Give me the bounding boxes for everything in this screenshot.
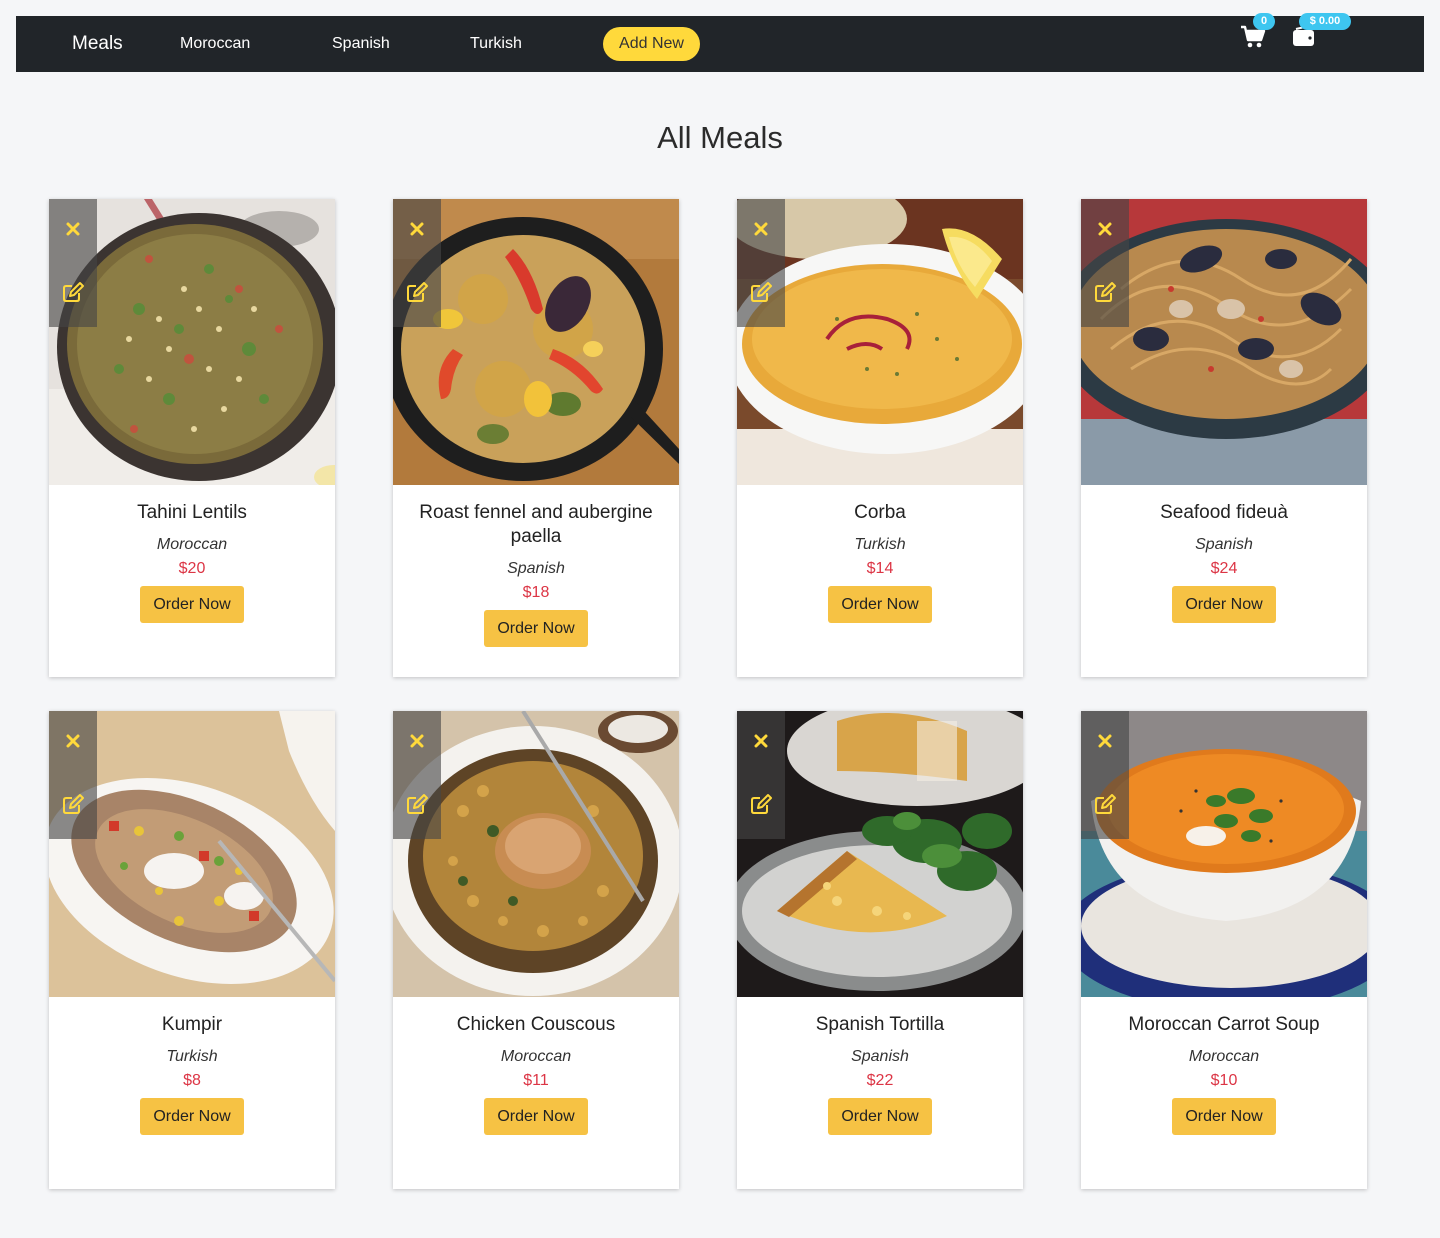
- meal-card: Kumpir Turkish $8 Order Now: [49, 711, 335, 1189]
- meal-price: $8: [183, 1072, 201, 1089]
- edit-icon[interactable]: [737, 273, 785, 313]
- close-icon[interactable]: [1081, 721, 1129, 761]
- order-now-button[interactable]: Order Now: [484, 1098, 588, 1135]
- edit-icon[interactable]: [49, 785, 97, 825]
- close-icon[interactable]: [49, 721, 97, 761]
- card-body: Moroccan Carrot Soup Moroccan $10 Order …: [1081, 997, 1367, 1135]
- meal-price: $10: [1210, 1072, 1238, 1089]
- page-title: All Meals: [657, 120, 783, 155]
- close-icon[interactable]: [49, 209, 97, 249]
- edit-icon[interactable]: [1081, 273, 1129, 313]
- top-navbar: Meals Moroccan Spanish Turkish Add New 0…: [16, 13, 1424, 72]
- meal-price: $24: [1210, 560, 1238, 577]
- close-icon[interactable]: [1081, 209, 1129, 249]
- card-controls: [737, 199, 785, 327]
- nav-link-spanish[interactable]: Spanish: [332, 16, 390, 72]
- order-now-button[interactable]: Order Now: [1172, 1098, 1276, 1135]
- order-now-button[interactable]: Order Now: [828, 1098, 932, 1135]
- card-body: Tahini Lentils Moroccan $20 Order Now: [49, 485, 335, 623]
- meal-card: Roast fennel and aubergine paella Spanis…: [393, 199, 679, 677]
- close-icon[interactable]: [737, 209, 785, 249]
- card-body: Seafood fideuà Spanish $24 Order Now: [1081, 485, 1367, 623]
- meal-category: Spanish: [851, 1048, 909, 1065]
- meal-price: $11: [523, 1072, 549, 1089]
- meal-category: Turkish: [854, 536, 906, 553]
- meal-price: $20: [178, 560, 206, 577]
- meal-name: Moroccan Carrot Soup: [1128, 1014, 1320, 1035]
- order-now-button[interactable]: Order Now: [140, 1098, 244, 1135]
- card-controls: [737, 711, 785, 839]
- close-icon[interactable]: [737, 721, 785, 761]
- meal-name: Kumpir: [161, 1014, 223, 1035]
- card-controls: [393, 711, 441, 839]
- close-icon[interactable]: [393, 721, 441, 761]
- card-body: Roast fennel and aubergine paella Spanis…: [393, 485, 679, 647]
- edit-icon[interactable]: [393, 785, 441, 825]
- meal-card: Moroccan Carrot Soup Moroccan $10 Order …: [1081, 711, 1367, 1189]
- meal-category: Moroccan: [1188, 1048, 1260, 1065]
- brand-logo[interactable]: Meals: [72, 16, 123, 72]
- meal-name: Roast fennel and aubergine paella: [419, 502, 653, 547]
- nav-link-turkish[interactable]: Turkish: [470, 16, 522, 72]
- meal-card: Tahini Lentils Moroccan $20 Order Now: [49, 199, 335, 677]
- card-controls: [1081, 199, 1129, 327]
- meal-category: Moroccan: [156, 536, 228, 553]
- meal-category: Moroccan: [500, 1048, 572, 1065]
- meal-card: Spanish Tortilla Spanish $22 Order Now: [737, 711, 1023, 1189]
- meal-category: Turkish: [166, 1048, 218, 1065]
- meal-name: Tahini Lentils: [137, 502, 247, 523]
- card-controls: [49, 199, 97, 327]
- meal-card: Corba Turkish $14 Order Now: [737, 199, 1023, 677]
- edit-icon[interactable]: [737, 785, 785, 825]
- card-body: Kumpir Turkish $8 Order Now: [49, 997, 335, 1135]
- meal-name: Seafood fideuà: [1160, 502, 1288, 523]
- card-body: Corba Turkish $14 Order Now: [737, 485, 1023, 623]
- order-now-button[interactable]: Order Now: [140, 586, 244, 623]
- meal-price: $14: [866, 560, 894, 577]
- meal-name: Spanish Tortilla: [815, 1014, 945, 1035]
- order-now-button[interactable]: Order Now: [484, 610, 588, 647]
- card-controls: [393, 199, 441, 327]
- edit-icon[interactable]: [1081, 785, 1129, 825]
- wallet-balance-badge: $ 0.00: [1299, 13, 1351, 30]
- meal-category: Spanish: [507, 560, 565, 577]
- card-body: Chicken Couscous Moroccan $11 Order Now: [393, 997, 679, 1135]
- meal-name: Corba: [854, 502, 906, 523]
- meal-card: Chicken Couscous Moroccan $11 Order Now: [393, 711, 679, 1189]
- card-controls: [1081, 711, 1129, 839]
- meal-price: $18: [522, 584, 550, 601]
- close-icon[interactable]: [393, 209, 441, 249]
- card-body: Spanish Tortilla Spanish $22 Order Now: [737, 997, 1023, 1135]
- order-now-button[interactable]: Order Now: [828, 586, 932, 623]
- order-now-button[interactable]: Order Now: [1172, 586, 1276, 623]
- meal-category: Spanish: [1195, 536, 1253, 553]
- meal-card: Seafood fideuà Spanish $24 Order Now: [1081, 199, 1367, 677]
- edit-icon[interactable]: [393, 273, 441, 313]
- meal-name: Chicken Couscous: [456, 1014, 616, 1035]
- card-controls: [49, 711, 97, 839]
- edit-icon[interactable]: [49, 273, 97, 313]
- cart-count-badge: 0: [1253, 13, 1275, 30]
- meal-price: $22: [866, 1072, 894, 1089]
- nav-link-moroccan[interactable]: Moroccan: [180, 16, 250, 72]
- add-new-button[interactable]: Add New: [603, 27, 700, 61]
